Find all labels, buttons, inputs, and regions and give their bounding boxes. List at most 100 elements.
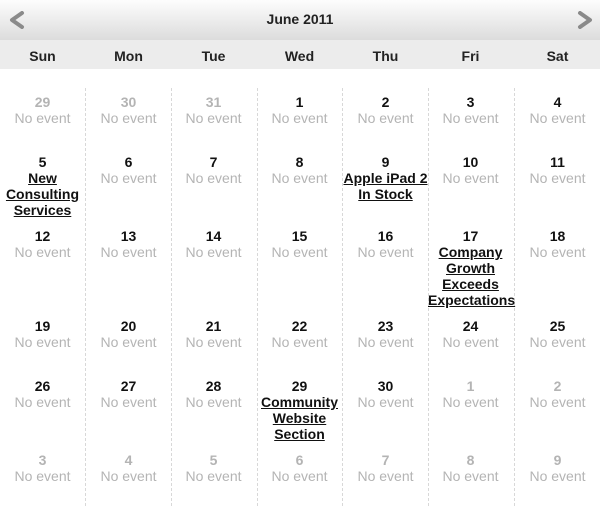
no-event-label: No event bbox=[14, 394, 71, 410]
day-cell[interactable]: 9 Apple iPad 2 In Stock bbox=[343, 154, 428, 202]
day-cell[interactable]: 6 No event bbox=[86, 154, 171, 186]
day-cell[interactable]: 29 Community Website Section bbox=[257, 378, 342, 442]
day-cell-outside-month[interactable]: 29 No event bbox=[0, 94, 85, 126]
no-event-label: No event bbox=[271, 244, 328, 260]
no-event-label: No event bbox=[442, 394, 499, 410]
calendar: June 2011 Sun Mon Tue Wed Thu Fri Sat 29… bbox=[0, 0, 600, 506]
day-cell[interactable]: 5 New Consulting Services bbox=[0, 154, 85, 218]
day-cell[interactable]: 2 No event bbox=[343, 94, 428, 126]
day-number: 13 bbox=[120, 228, 137, 244]
day-cell-outside-month[interactable]: 31 No event bbox=[171, 94, 256, 126]
day-cell[interactable]: 17 Company Growth Exceeds Expectations bbox=[428, 228, 516, 308]
day-cell[interactable]: 14 No event bbox=[171, 228, 256, 260]
no-event-label: No event bbox=[14, 244, 71, 260]
day-cell-outside-month[interactable]: 7 No event bbox=[343, 452, 428, 484]
no-event-label: No event bbox=[100, 244, 157, 260]
day-cell[interactable]: 8 No event bbox=[257, 154, 342, 186]
day-cell[interactable]: 21 No event bbox=[171, 318, 256, 350]
day-number: 9 bbox=[553, 452, 562, 468]
day-number: 4 bbox=[124, 452, 133, 468]
day-cell[interactable]: 15 No event bbox=[257, 228, 342, 260]
weekday-label: Wed bbox=[284, 48, 315, 64]
no-event-label: No event bbox=[100, 334, 157, 350]
day-cell[interactable]: 25 No event bbox=[515, 318, 600, 350]
day-cell[interactable]: 1 No event bbox=[257, 94, 342, 126]
day-number: 5 bbox=[38, 154, 47, 170]
weekday-label: Thu bbox=[372, 48, 399, 64]
day-number: 7 bbox=[209, 154, 218, 170]
column-divider bbox=[342, 88, 343, 506]
day-cell-outside-month[interactable]: 8 No event bbox=[428, 452, 513, 484]
event-title-line: Website bbox=[272, 410, 327, 426]
day-cell[interactable]: 4 No event bbox=[515, 94, 600, 126]
day-cell-outside-month[interactable]: 2 No event bbox=[515, 378, 600, 410]
day-number: 24 bbox=[462, 318, 479, 334]
event-title-line: Consulting bbox=[5, 186, 80, 202]
event-link[interactable]: Community Website Section bbox=[257, 394, 342, 442]
day-number: 16 bbox=[377, 228, 394, 244]
day-cell-outside-month[interactable]: 30 No event bbox=[86, 94, 171, 126]
day-cell[interactable]: 22 No event bbox=[257, 318, 342, 350]
day-cell[interactable]: 28 No event bbox=[171, 378, 256, 410]
day-number: 6 bbox=[124, 154, 133, 170]
event-link[interactable]: Apple iPad 2 In Stock bbox=[343, 170, 428, 202]
day-number: 3 bbox=[466, 94, 475, 110]
day-cell[interactable]: 10 No event bbox=[428, 154, 513, 186]
day-number: 30 bbox=[120, 94, 137, 110]
no-event-label: No event bbox=[100, 170, 157, 186]
day-cell-outside-month[interactable]: 9 No event bbox=[515, 452, 600, 484]
event-link[interactable]: New Consulting Services bbox=[0, 170, 85, 218]
day-number: 21 bbox=[205, 318, 222, 334]
day-cell-outside-month[interactable]: 5 No event bbox=[171, 452, 256, 484]
no-event-label: No event bbox=[100, 468, 157, 484]
day-cell[interactable]: 16 No event bbox=[343, 228, 428, 260]
column-divider bbox=[257, 88, 258, 506]
day-number: 30 bbox=[377, 378, 394, 394]
column-divider bbox=[171, 88, 172, 506]
no-event-label: No event bbox=[185, 334, 242, 350]
no-event-label: No event bbox=[357, 468, 414, 484]
day-cell-outside-month[interactable]: 6 No event bbox=[257, 452, 342, 484]
event-title-line: Company bbox=[438, 244, 503, 260]
day-cell[interactable]: 27 No event bbox=[86, 378, 171, 410]
event-title-line: Growth bbox=[446, 260, 495, 276]
day-cell[interactable]: 19 No event bbox=[0, 318, 85, 350]
no-event-label: No event bbox=[185, 468, 242, 484]
weekday-label: Mon bbox=[114, 48, 143, 64]
event-title-line: Expectations bbox=[428, 292, 516, 308]
day-cell[interactable]: 26 No event bbox=[0, 378, 85, 410]
no-event-label: No event bbox=[529, 334, 586, 350]
day-number: 11 bbox=[550, 154, 565, 170]
event-link[interactable]: Company Growth Exceeds Expectations bbox=[428, 244, 516, 308]
day-number: 1 bbox=[466, 378, 475, 394]
day-cell[interactable]: 12 No event bbox=[0, 228, 85, 260]
day-number: 8 bbox=[295, 154, 304, 170]
event-title-line: Services bbox=[13, 202, 72, 218]
day-cell[interactable]: 11 No event bbox=[515, 154, 600, 186]
no-event-label: No event bbox=[271, 110, 328, 126]
no-event-label: No event bbox=[442, 334, 499, 350]
day-cell[interactable]: 30 No event bbox=[343, 378, 428, 410]
day-cell-outside-month[interactable]: 4 No event bbox=[86, 452, 171, 484]
no-event-label: No event bbox=[100, 110, 157, 126]
event-title-line: Exceeds bbox=[442, 276, 499, 292]
day-number: 29 bbox=[291, 378, 308, 394]
day-number: 14 bbox=[205, 228, 222, 244]
day-cell[interactable]: 3 No event bbox=[428, 94, 513, 126]
day-cell[interactable]: 20 No event bbox=[86, 318, 171, 350]
no-event-label: No event bbox=[357, 394, 414, 410]
day-cell[interactable]: 24 No event bbox=[428, 318, 513, 350]
day-cell-outside-month[interactable]: 3 No event bbox=[0, 452, 85, 484]
day-cell-outside-month[interactable]: 1 No event bbox=[428, 378, 513, 410]
day-cell[interactable]: 13 No event bbox=[86, 228, 171, 260]
day-cell[interactable]: 18 No event bbox=[515, 228, 600, 260]
no-event-label: No event bbox=[442, 170, 499, 186]
weekday-label: Sat bbox=[546, 48, 569, 64]
weekday-label: Sun bbox=[29, 48, 56, 64]
day-number: 15 bbox=[291, 228, 308, 244]
day-number: 4 bbox=[553, 94, 562, 110]
day-cell[interactable]: 7 No event bbox=[171, 154, 256, 186]
next-month-button[interactable] bbox=[575, 11, 595, 29]
day-number: 28 bbox=[205, 378, 222, 394]
day-cell[interactable]: 23 No event bbox=[343, 318, 428, 350]
